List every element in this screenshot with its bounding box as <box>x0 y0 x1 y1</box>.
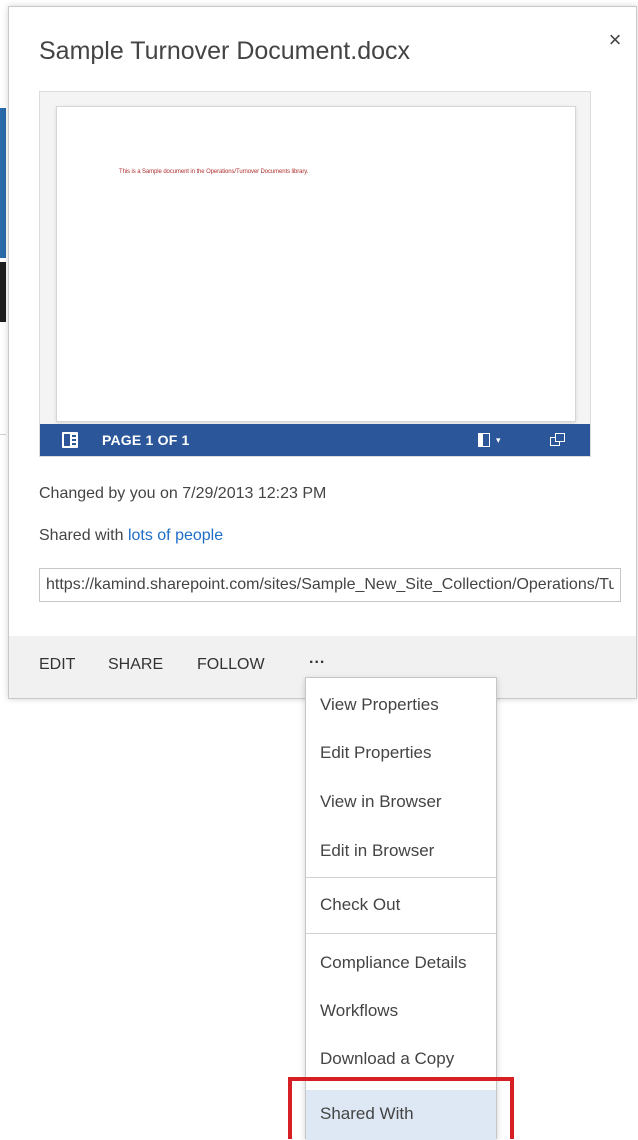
viewer-toolbar: PAGE 1 OF 1 ▾ <box>40 424 590 456</box>
document-preview[interactable]: This is a Sample document in the Operati… <box>39 91 591 457</box>
reading-pane-icon[interactable] <box>478 433 490 447</box>
more-options-button[interactable]: ... <box>309 650 325 668</box>
document-callout: Sample Turnover Document.docx × This is … <box>8 6 637 699</box>
menu-item-edit-in-browser[interactable]: Edit in Browser <box>306 829 496 873</box>
edit-button[interactable]: EDIT <box>39 656 75 674</box>
background-page-strip <box>0 108 6 258</box>
share-button[interactable]: SHARE <box>108 656 163 674</box>
preview-document-text: This is a Sample document in the Operati… <box>119 169 309 175</box>
follow-button[interactable]: FOLLOW <box>197 656 265 674</box>
menu-item-compliance-details[interactable]: Compliance Details <box>306 941 496 985</box>
document-url-field[interactable] <box>39 568 621 602</box>
menu-item-edit-properties[interactable]: Edit Properties <box>306 731 496 775</box>
menu-item-download-a-copy[interactable]: Download a Copy <box>306 1037 496 1081</box>
background-page-strip-dark <box>0 262 6 322</box>
more-options-menu: View Properties Edit Properties View in … <box>305 677 497 1140</box>
shared-prefix: Shared with <box>39 527 128 544</box>
background-page-line <box>0 434 6 435</box>
document-title: Sample Turnover Document.docx <box>39 37 411 65</box>
preview-page: This is a Sample document in the Operati… <box>56 106 576 422</box>
menu-item-view-properties[interactable]: View Properties <box>306 683 496 727</box>
menu-item-check-out[interactable]: Check Out <box>306 883 496 927</box>
close-icon[interactable]: × <box>604 29 626 51</box>
dropdown-arrow-icon[interactable]: ▾ <box>496 434 501 446</box>
popout-icon[interactable] <box>550 432 566 448</box>
shared-with-link[interactable]: lots of people <box>128 527 223 544</box>
menu-item-shared-with[interactable]: Shared With <box>306 1090 496 1140</box>
shared-info: Shared with lots of people <box>39 527 223 545</box>
menu-item-workflows[interactable]: Workflows <box>306 989 496 1033</box>
menu-item-view-in-browser[interactable]: View in Browser <box>306 780 496 824</box>
menu-divider <box>306 933 496 934</box>
word-icon <box>62 432 78 448</box>
changed-info: Changed by you on 7/29/2013 12:23 PM <box>39 485 327 502</box>
page-indicator: PAGE 1 OF 1 <box>102 432 190 448</box>
menu-divider <box>306 877 496 878</box>
